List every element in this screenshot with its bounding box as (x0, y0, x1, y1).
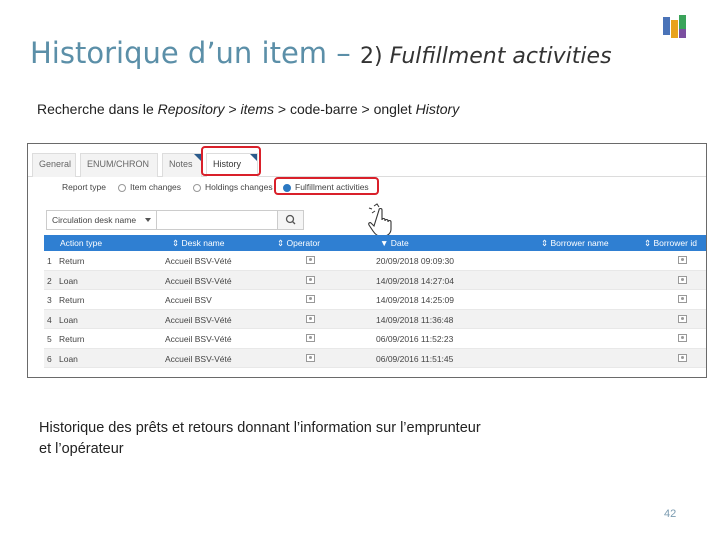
borrower-icon[interactable] (678, 275, 687, 284)
table-row[interactable]: 5 Return Accueil BSV-Vété 06/09/2016 11:52… (44, 329, 706, 349)
borrower-icon[interactable] (678, 295, 687, 303)
subtitle-sep: > (224, 101, 241, 117)
borrower-icon[interactable] (678, 334, 687, 342)
slide: Historique d’un item – 2) Fulfillment ac… (0, 0, 720, 540)
radio-label-holdings-changes: Holdings changes (205, 182, 273, 192)
tab-notes[interactable]: Notes (162, 153, 202, 177)
tab-bar: General ENUM/CHRON Notes History (28, 147, 706, 177)
history-table: Action type ⇕ Desk name ⇕ Operator ▼ Dat… (44, 235, 706, 368)
subtitle-repository: Repository (157, 101, 225, 117)
slide-title: Historique d’un item – 2) Fulfillment ac… (30, 36, 612, 70)
subtitle-items: items (240, 101, 274, 117)
body-text: Historique des prêts et retours donnant … (39, 418, 599, 460)
table-row[interactable]: 4 Loan Accueil BSV-Vété 14/09/2018 11:36:4… (44, 309, 706, 329)
tab-general[interactable]: General (32, 153, 76, 177)
table-row[interactable]: 3 Return Accueil BSV 14/09/2018 14:25:09 (44, 290, 706, 310)
operator-icon[interactable] (306, 275, 315, 284)
radio-holdings-changes[interactable] (193, 184, 201, 192)
chevron-down-icon (145, 218, 151, 222)
col-operator[interactable]: ⇕ Operator (277, 238, 320, 249)
title-number: 2) (359, 44, 390, 69)
operator-icon[interactable] (306, 295, 315, 303)
col-date[interactable]: ▼ Date (380, 238, 409, 248)
borrower-icon[interactable] (678, 314, 687, 323)
tab-enum-chron[interactable]: ENUM/CHRON (80, 153, 158, 177)
radio-label-item-changes: Item changes (130, 182, 182, 192)
report-type-label: Report type (62, 182, 106, 192)
operator-icon[interactable] (306, 314, 315, 323)
operator-icon[interactable] (306, 256, 315, 264)
logo-icon (663, 15, 686, 38)
operator-icon[interactable] (306, 353, 315, 362)
filter-input[interactable] (157, 211, 279, 229)
borrower-icon[interactable] (678, 256, 687, 264)
body-line-2: et l’opérateur (39, 441, 124, 457)
subtitle-prefix: Recherche dans le (37, 101, 158, 117)
operator-icon[interactable] (306, 334, 315, 342)
page-number: 42 (664, 508, 677, 520)
col-desk-name[interactable]: ⇕ Desk name (172, 238, 224, 249)
table-row[interactable]: 6 Loan Accueil BSV-Vété 06/09/2016 11:51:4… (44, 348, 706, 368)
filter-bar: Circulation desk name (46, 210, 304, 230)
borrower-icon[interactable] (678, 353, 687, 362)
col-action-type[interactable]: Action type (60, 238, 102, 248)
search-button[interactable] (277, 211, 303, 229)
circulation-desk-dropdown[interactable]: Circulation desk name (47, 211, 157, 229)
col-borrower-name[interactable]: ⇕ Borrower name (541, 238, 609, 249)
hand-cursor-icon (368, 203, 392, 237)
search-icon (285, 214, 296, 225)
table-header: Action type ⇕ Desk name ⇕ Operator ▼ Dat… (44, 235, 706, 251)
history-tab-highlight (201, 146, 261, 176)
subtitle-rest: > code-barre > onglet (273, 101, 416, 117)
alma-screenshot: General ENUM/CHRON Notes History Report … (27, 143, 707, 378)
subtitle-history: History (415, 101, 460, 117)
fulfillment-highlight (274, 177, 379, 195)
title-sub: 2) Fulfillment activities (360, 44, 612, 69)
body-line-1: Historique des prêts et retours donnant … (39, 420, 481, 436)
table-row[interactable]: 2 Loan Accueil BSV-Vété 14/09/2018 14:27:0… (44, 270, 706, 290)
title-main: Historique d’un item – (30, 36, 360, 70)
col-borrower-id[interactable]: ⇕ Borrower id (644, 238, 697, 249)
radio-item-changes[interactable] (118, 184, 126, 192)
subtitle: Recherche dans le Repository > items > c… (37, 101, 459, 117)
title-italic: Fulfillment activities (389, 44, 612, 69)
table-row[interactable]: 1 Return Accueil BSV-Vété 20/09/2018 09:09… (44, 251, 706, 271)
